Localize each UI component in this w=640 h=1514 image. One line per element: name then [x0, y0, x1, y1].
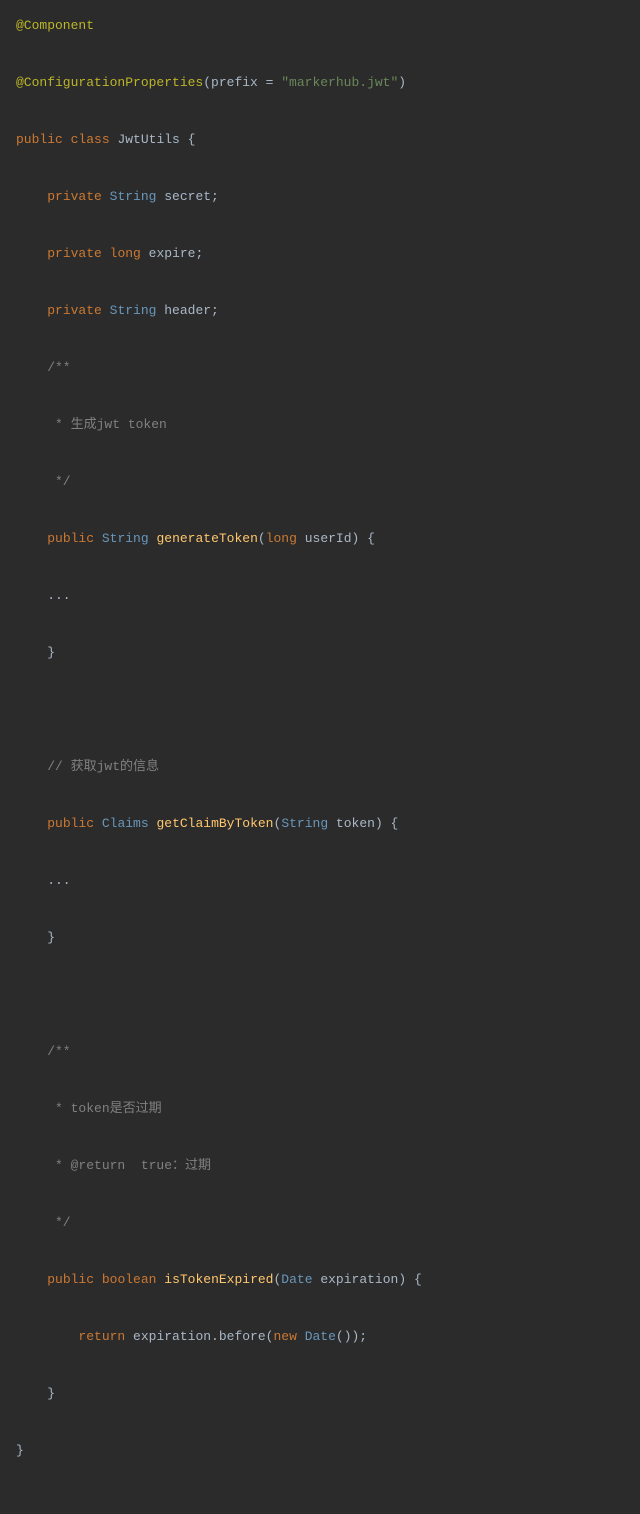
brace: { — [383, 816, 399, 831]
string-literal: "markerhub.jwt" — [281, 75, 398, 90]
param: token — [328, 816, 375, 831]
class-name: JwtUtils — [117, 132, 179, 147]
brace: { — [406, 1272, 422, 1287]
comment: // 获取jwt的信息 — [16, 759, 159, 774]
field: secret; — [156, 189, 218, 204]
type: String — [281, 816, 328, 831]
param: expiration — [313, 1272, 399, 1287]
brace: { — [180, 132, 196, 147]
comment: /** — [16, 1044, 71, 1059]
keyword: private — [47, 246, 102, 261]
code-block: @Component @ConfigurationProperties(pref… — [16, 16, 624, 1498]
brace: { — [359, 531, 375, 546]
type: long — [266, 531, 297, 546]
type: Claims — [102, 816, 149, 831]
type: String — [110, 303, 157, 318]
field: header; — [156, 303, 218, 318]
blank-line — [16, 702, 24, 717]
param: userId — [297, 531, 352, 546]
ellipsis: ... — [16, 873, 71, 888]
type: String — [110, 189, 157, 204]
type: long — [110, 246, 141, 261]
type: Date — [305, 1329, 336, 1344]
keyword: public — [47, 1272, 94, 1287]
keyword: public — [16, 132, 63, 147]
annotation: @Component — [16, 18, 94, 33]
method-name: getClaimByToken — [156, 816, 273, 831]
field: expire; — [141, 246, 203, 261]
comment: * @return true：过期 — [16, 1158, 211, 1173]
type: boolean — [102, 1272, 157, 1287]
type: String — [102, 531, 149, 546]
code-text: expiration.before( — [125, 1329, 273, 1344]
paren: ( — [274, 816, 282, 831]
paren: ( — [258, 531, 266, 546]
comment: /** — [16, 360, 71, 375]
keyword: public — [47, 531, 94, 546]
brace: } — [16, 1443, 24, 1458]
paren: ) — [375, 816, 383, 831]
keyword: private — [47, 303, 102, 318]
code-text: (prefix = — [203, 75, 281, 90]
keyword: return — [78, 1329, 125, 1344]
brace: } — [16, 645, 55, 660]
method-name: generateToken — [156, 531, 257, 546]
blank-line — [16, 987, 24, 1002]
brace: } — [16, 1386, 55, 1401]
brace: } — [16, 930, 55, 945]
annotation: @ConfigurationProperties — [16, 75, 203, 90]
code-text: ()); — [336, 1329, 367, 1344]
comment: * token是否过期 — [16, 1101, 162, 1116]
keyword: new — [273, 1329, 296, 1344]
comment: */ — [16, 1215, 71, 1230]
keyword: class — [71, 132, 110, 147]
paren: ) — [398, 1272, 406, 1287]
ellipsis: ... — [16, 588, 71, 603]
paren: ( — [273, 1272, 281, 1287]
code-text: ) — [398, 75, 406, 90]
keyword: private — [47, 189, 102, 204]
keyword: public — [47, 816, 94, 831]
comment: */ — [16, 474, 71, 489]
type: Date — [281, 1272, 312, 1287]
comment: * 生成jwt token — [16, 417, 167, 432]
method-name: isTokenExpired — [164, 1272, 273, 1287]
